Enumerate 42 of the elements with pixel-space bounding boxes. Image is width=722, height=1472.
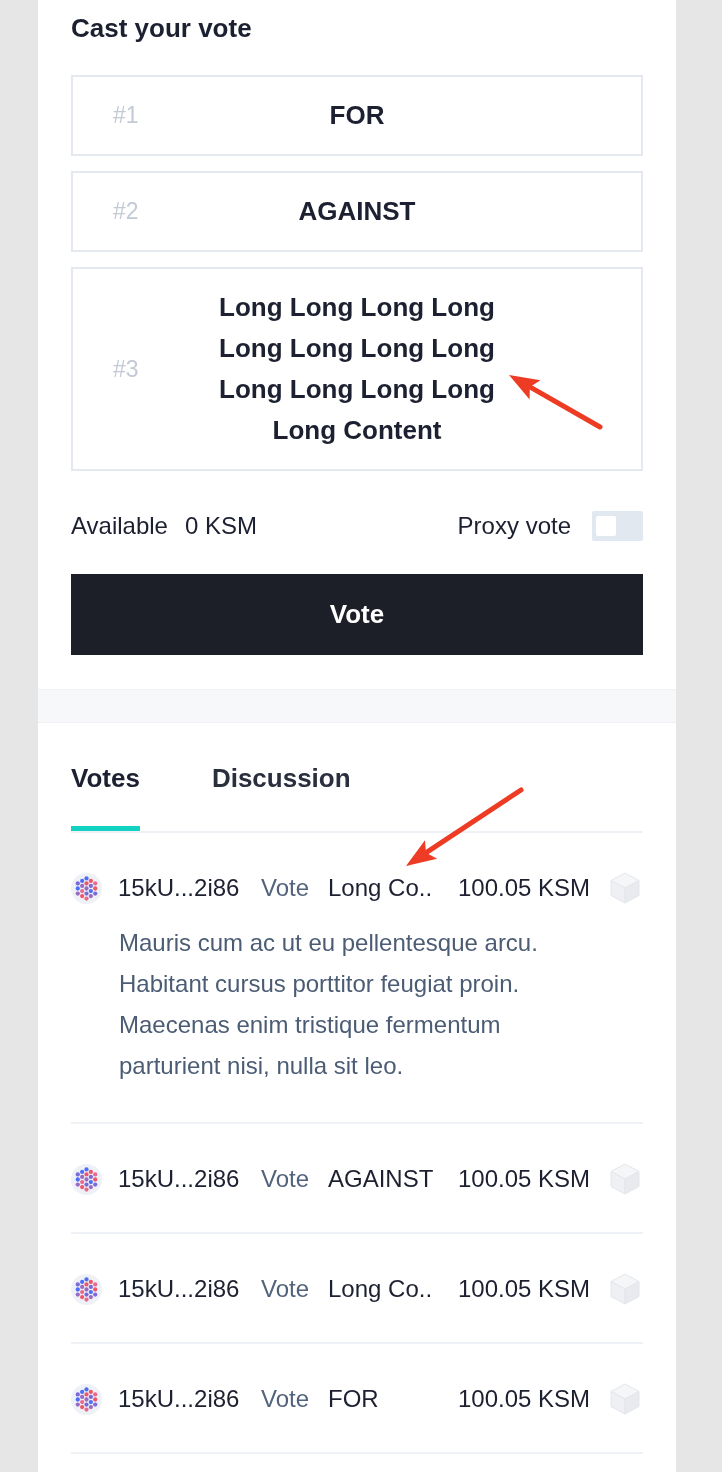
vote-label: Vote — [261, 1164, 311, 1194]
vote-choice: FOR — [328, 1384, 380, 1414]
vote-amount: 100.05 KSM — [458, 873, 592, 903]
voter-address: 15kU...2i86 — [118, 1164, 241, 1194]
cube-icon — [609, 1383, 641, 1415]
vote-option[interactable]: #2 AGAINST — [71, 171, 643, 252]
tab[interactable]: Votes — [71, 758, 140, 831]
vote-label: Vote — [261, 1274, 311, 1304]
vote-label: Vote — [261, 873, 311, 903]
cube-icon — [609, 872, 641, 904]
voter-address: 15kU...2i86 — [118, 873, 241, 903]
vote-choice: Long Co.. — [328, 1274, 434, 1304]
option-number: #3 — [113, 355, 139, 383]
cube-icon — [609, 1163, 641, 1195]
option-text: AGAINST — [298, 195, 416, 228]
vote-amount: 100.05 KSM — [458, 1164, 592, 1194]
vote-amount: 100.05 KSM — [458, 1384, 592, 1414]
proxy-vote-toggle[interactable] — [592, 511, 643, 541]
vote-option[interactable]: #3 Long Long Long Long Long Long Long Long Long Long Long Long Long Content — [71, 267, 643, 471]
vote-button[interactable]: Vote — [71, 574, 643, 655]
vote-choice: Long Co.. — [328, 873, 434, 903]
vote-comment: Mauris cum ac ut eu pellentesque arcu. Habitant cursus porttitor feugiat proin. Maecenas enim tristique fermentum parturient nisi, nulla sit leo. — [119, 928, 539, 1081]
option-number: #2 — [113, 198, 139, 225]
option-text: Long Long Long Long Long Long Long Long Long Long Long Long Long Content — [218, 291, 496, 447]
balance-value: 0 KSM — [184, 512, 257, 540]
voter-address: 15kU...2i86 — [118, 1274, 241, 1304]
option-number: #1 — [113, 102, 139, 129]
balance-label: Available — [71, 512, 168, 540]
vote-option[interactable]: #1 FOR — [71, 75, 643, 156]
avatar-icon — [71, 1273, 102, 1305]
avatar-icon — [71, 872, 102, 904]
avatar-icon — [71, 1163, 102, 1195]
vote-choice: AGAINST — [328, 1164, 435, 1194]
vote-amount: 100.05 KSM — [458, 1274, 592, 1304]
avatar-icon — [71, 1383, 102, 1415]
cube-icon — [609, 1273, 641, 1305]
option-text: FOR — [329, 99, 385, 132]
voter-address: 15kU...2i86 — [118, 1384, 241, 1414]
section-title: Cast your vote — [71, 12, 253, 45]
vote-label: Vote — [261, 1384, 311, 1414]
tab[interactable]: Discussion — [211, 758, 351, 831]
proxy-vote-label: Proxy vote — [457, 512, 571, 540]
